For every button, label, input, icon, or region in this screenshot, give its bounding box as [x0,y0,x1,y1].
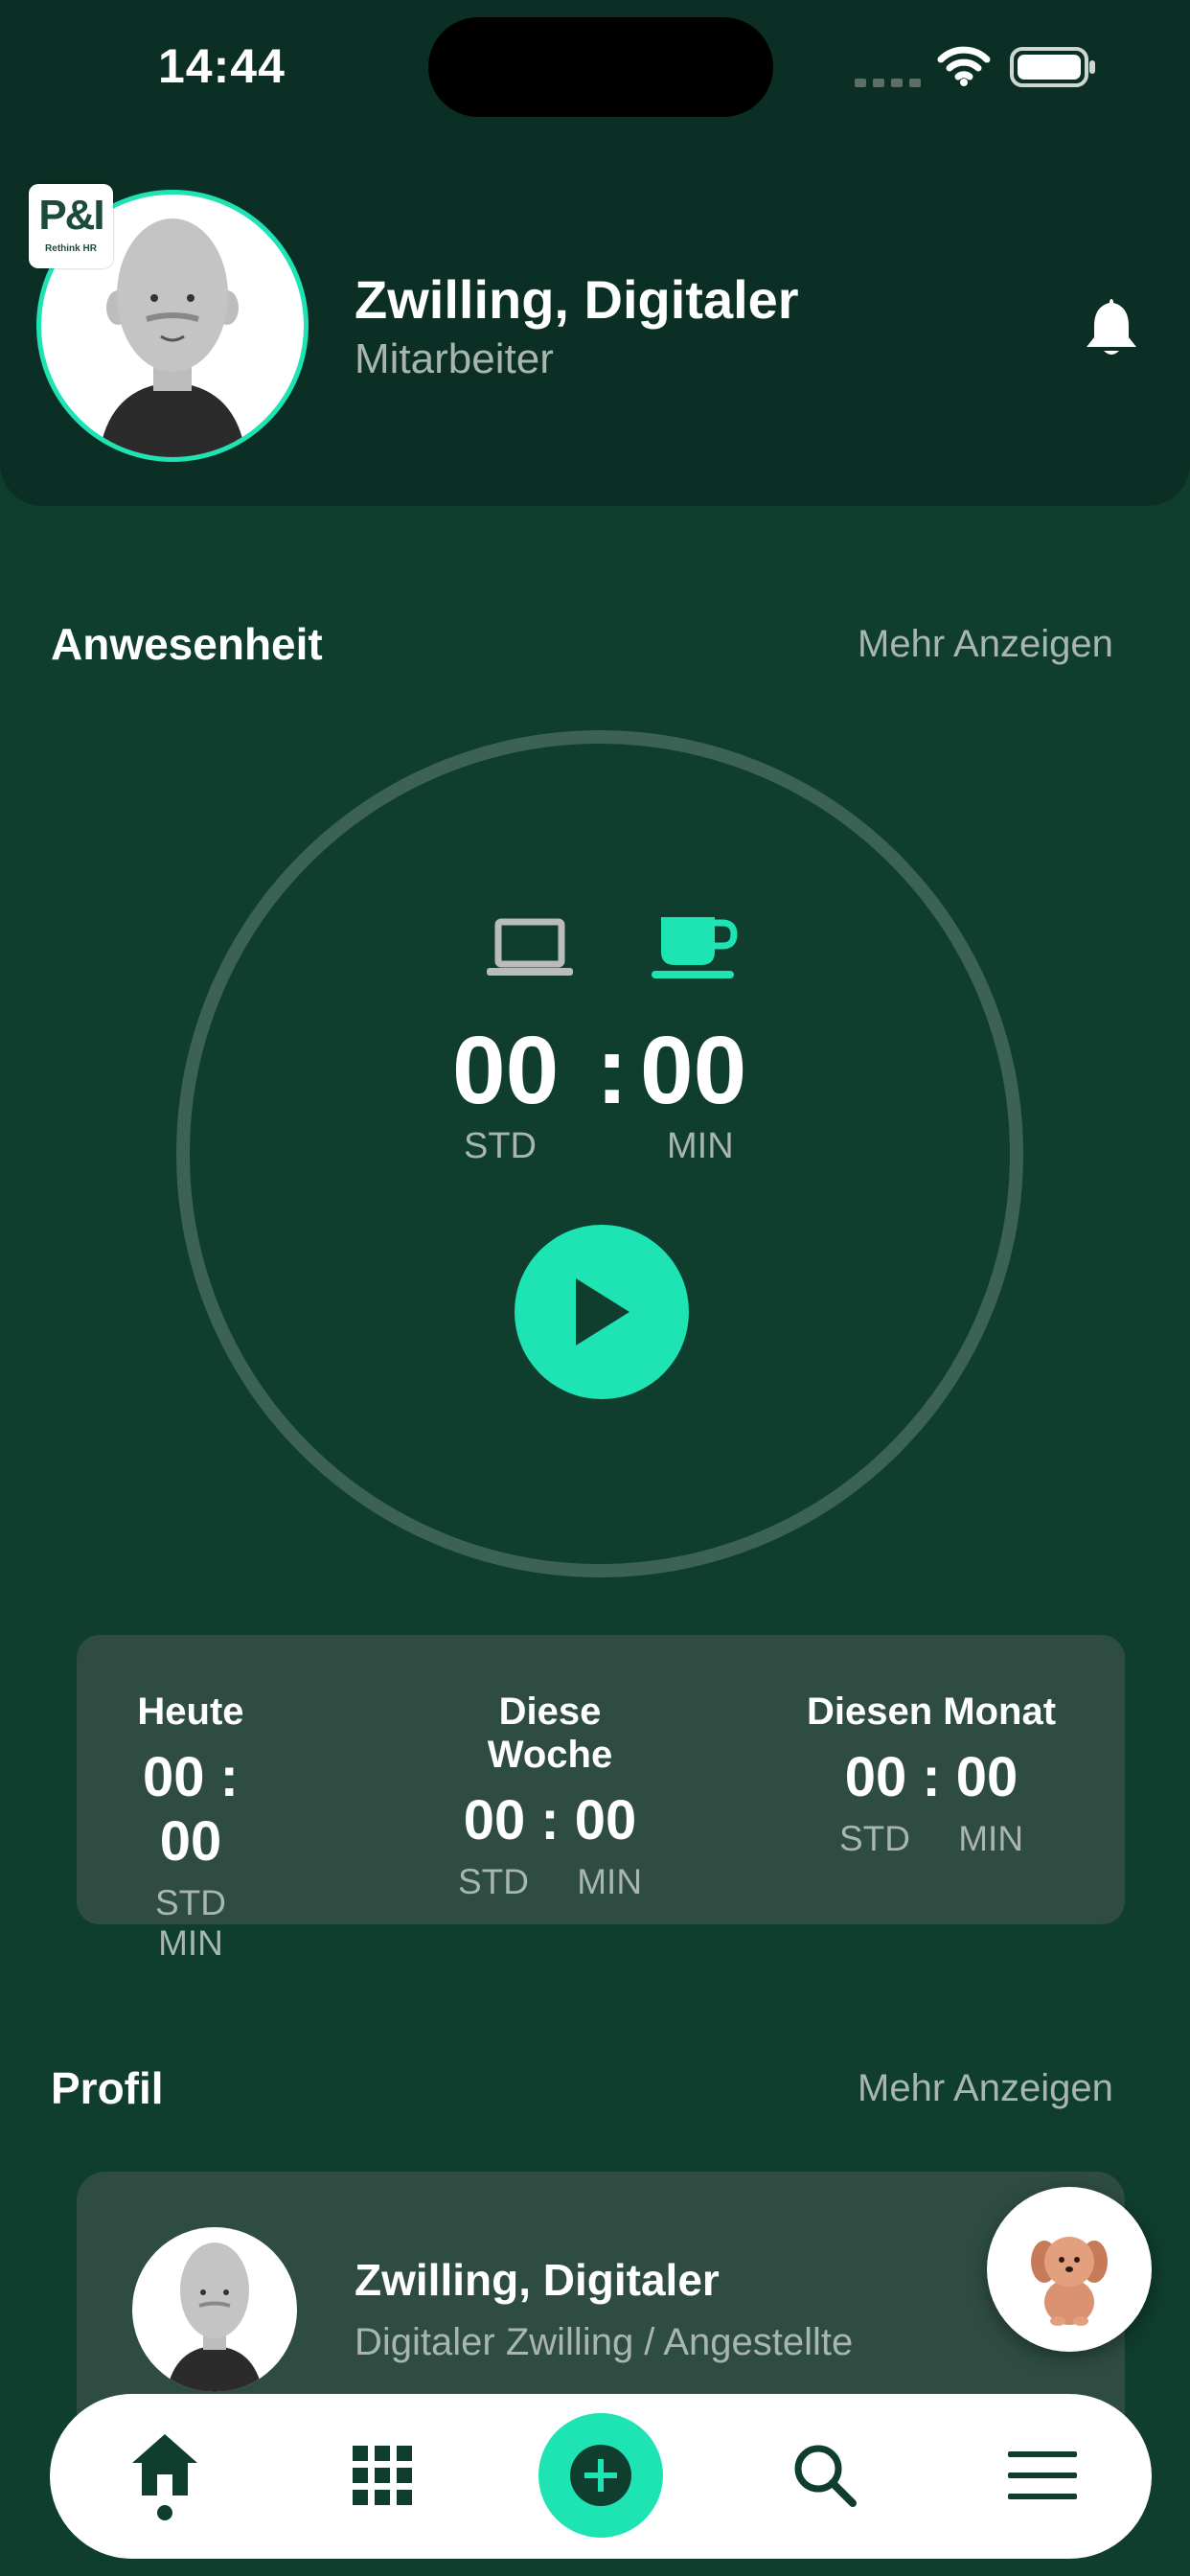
timer-ring [176,730,1023,1577]
timer-minutes-label: MIN [667,1126,734,1166]
user-role: Mitarbeiter [355,335,554,382]
summary-week: Diese Woche 00 : 00 STD MIN [457,1690,643,1901]
menu-icon[interactable] [1008,2450,1077,2506]
grid-icon[interactable] [353,2446,412,2510]
user-name: Zwilling, Digitaler [355,269,799,330]
profile-title: Profil [51,2063,164,2113]
coffee-cup-icon[interactable] [652,913,740,987]
plus-icon [570,2445,631,2506]
timer-minutes: 00 [640,1017,747,1124]
dynamic-island [428,17,773,117]
dog-icon [1031,2237,1108,2326]
bell-icon[interactable] [1081,295,1142,363]
battery-icon [1010,46,1098,93]
wifi-icon [937,44,991,91]
attendance-summary-card: Heute 00 : 00 STD MIN Diese Woche 00 : 0… [77,1635,1125,1963]
profile-more-link[interactable]: Mehr Anzeigen [858,2067,1113,2110]
timer-hours: 00 [452,1017,560,1124]
cellular-signal-icon [855,75,927,92]
add-button[interactable] [538,2413,663,2538]
summary-month: Diesen Monat 00 : 00 STD MIN [806,1690,1057,1858]
timer-separator: : [596,1017,629,1124]
search-icon[interactable] [793,2444,857,2512]
attendance-more-link[interactable]: Mehr Anzeigen [858,623,1113,666]
home-active-indicator [157,2505,172,2520]
home-icon[interactable] [130,2430,199,2504]
bottom-navigation [50,2394,1152,2559]
profile-description: Digitaler Zwilling / Angestellte [355,2321,854,2363]
profile-avatar [132,2227,297,2392]
attendance-title: Anwesenheit [51,619,323,669]
start-timer-button[interactable] [515,1225,689,1399]
summary-today: Heute 00 : 00 STD MIN [137,1690,244,1963]
company-logo: P&I Rethink HR [29,184,113,268]
status-time: 14:44 [158,39,286,93]
profile-name: Zwilling, Digitaler [355,2255,720,2305]
assistant-dog-button[interactable] [987,2187,1152,2352]
laptop-icon[interactable] [487,918,573,982]
timer-hours-label: STD [464,1126,537,1166]
play-icon [576,1278,629,1346]
